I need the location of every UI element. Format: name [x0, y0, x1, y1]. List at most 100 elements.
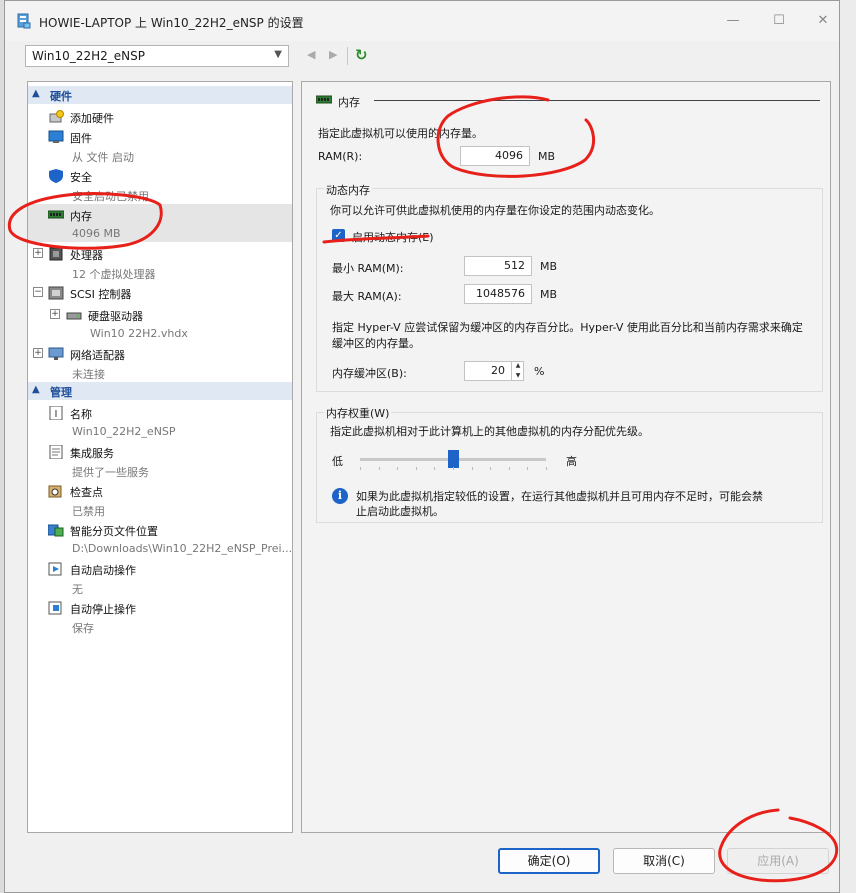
info-text-line2: 止启动此虚拟机。 [356, 505, 444, 518]
tree-item-label: 固件 [70, 132, 92, 145]
tree-item-hard-drive[interactable]: + 硬盘驱动器 Win10 22H2.vhdx [28, 304, 292, 342]
slider-tick [508, 467, 510, 470]
tree-item-label: 名称 [70, 408, 92, 421]
minimize-button[interactable]: — [723, 11, 743, 31]
ok-button[interactable]: 确定(O) [498, 848, 600, 874]
paging-file-icon [48, 524, 64, 537]
network-adapter-icon [48, 347, 64, 360]
tree-item-firmware[interactable]: 固件 从 文件 启动 [28, 126, 292, 164]
spin-up-icon[interactable]: ▲ [512, 361, 524, 371]
hardware-section-header[interactable]: ▲ 硬件 [28, 86, 292, 104]
min-ram-label: 最小 RAM(M): [332, 262, 404, 275]
processor-icon [49, 247, 63, 261]
tree-item-sub: 保存 [72, 622, 94, 635]
tree-item-name[interactable]: I 名称 Win10_22H2_eNSP [28, 402, 292, 440]
tree-item-label: 内存 [70, 210, 92, 223]
refresh-icon[interactable]: ↻ [355, 46, 368, 64]
buffer-description-line2: 缓冲区的内存量。 [332, 337, 420, 350]
tree-item-checkpoints[interactable]: 检查点 已禁用 [28, 480, 292, 518]
ram-unit: MB [538, 150, 556, 163]
background-window [840, 0, 856, 893]
tree-item-label: 硬盘驱动器 [88, 310, 143, 323]
tree-item-integration-services[interactable]: 集成服务 提供了一些服务 [28, 441, 292, 479]
tree-item-auto-stop[interactable]: 自动停止操作 保存 [28, 597, 292, 635]
tree-item-memory[interactable]: 内存 4096 MB [28, 204, 292, 242]
forward-arrow-icon[interactable]: ▶ [329, 48, 337, 61]
tree-item-label: 自动启动操作 [70, 564, 136, 577]
tree-item-sub: 12 个虚拟处理器 [72, 268, 156, 281]
chevron-down-icon: ▼ [274, 49, 282, 60]
collapse-icon: ▲ [32, 384, 40, 395]
memory-chip-icon [316, 95, 332, 104]
slider-tick [360, 467, 361, 470]
memory-weight-slider-thumb[interactable] [448, 450, 459, 468]
tree-item-sub: Win10 22H2.vhdx [90, 327, 188, 340]
toolbar: Win10_22H2_eNSP ▼ ◀ ▶ ↻ [25, 45, 829, 71]
tree-item-network-adapter[interactable]: + 网络适配器 未连接 [28, 343, 292, 381]
tree-item-label: 自动停止操作 [70, 603, 136, 616]
info-text-line1: 如果为此虚拟机指定较低的设置，在运行其他虚拟机并且可用内存不足时，可能会禁 [356, 490, 763, 503]
memory-description: 指定此虚拟机可以使用的内存量。 [318, 127, 483, 140]
enable-dynamic-memory-checkbox[interactable]: ✓ [332, 229, 345, 242]
expand-icon[interactable]: + [33, 348, 43, 358]
tree-item-sub: 无 [72, 583, 83, 596]
spin-down-icon[interactable]: ▼ [512, 371, 524, 381]
tree-item-label: SCSI 控制器 [70, 288, 132, 301]
min-ram-unit: MB [540, 260, 558, 273]
apply-button[interactable]: 应用(A) [727, 848, 829, 874]
slider-tick [527, 467, 529, 470]
settings-tree: ▲ 硬件 添加硬件 固件 从 文件 启动 安全 安全启动已禁用 内存 4096 … [27, 81, 293, 833]
weight-low-label: 低 [332, 455, 343, 468]
hard-drive-icon [66, 312, 82, 320]
tree-item-label: 网络适配器 [70, 349, 125, 362]
management-section-header[interactable]: ▲ 管理 [28, 382, 292, 400]
expand-icon[interactable]: + [33, 248, 43, 258]
min-ram-input[interactable]: 512 [464, 256, 532, 276]
cancel-button[interactable]: 取消(C) [613, 848, 715, 874]
scsi-controller-icon [48, 286, 64, 300]
slider-tick [434, 467, 436, 470]
slider-tick [453, 467, 454, 470]
tree-item-label: 智能分页文件位置 [70, 525, 158, 538]
tree-item-smart-paging[interactable]: 智能分页文件位置 D:\Downloads\Win10_22H2_eNSP_Pr… [28, 519, 292, 557]
collapse-icon: ▲ [32, 88, 40, 99]
maximize-button[interactable]: ☐ [769, 11, 789, 31]
management-header-label: 管理 [50, 386, 72, 399]
ram-input[interactable]: 4096 [460, 146, 530, 166]
close-button[interactable]: ✕ [813, 11, 833, 31]
tree-item-label: 集成服务 [70, 447, 114, 460]
tree-item-sub: D:\Downloads\Win10_22H2_eNSP_Prei... [72, 542, 293, 555]
tree-item-processor[interactable]: + 处理器 12 个虚拟处理器 [28, 243, 292, 281]
slider-tick [546, 467, 547, 470]
auto-start-icon [48, 562, 62, 576]
tree-item-security[interactable]: 安全 安全启动已禁用 [28, 165, 292, 203]
tree-item-label: 检查点 [70, 486, 103, 499]
toolbar-divider [347, 47, 348, 65]
hyperv-settings-icon [17, 13, 31, 29]
vm-select-value: Win10_22H2_eNSP [32, 49, 145, 63]
max-ram-label: 最大 RAM(A): [332, 290, 402, 303]
dynamic-memory-description: 你可以允许可供此虚拟机使用的内存量在你设定的范围内动态变化。 [330, 204, 660, 217]
max-ram-unit: MB [540, 288, 558, 301]
expand-icon[interactable]: + [50, 309, 60, 319]
vm-select[interactable]: Win10_22H2_eNSP ▼ [25, 45, 289, 67]
tree-item-sub: 提供了一些服务 [72, 466, 149, 479]
auto-stop-icon [48, 601, 62, 615]
buffer-spinner[interactable]: ▲ ▼ [511, 361, 524, 381]
tree-item-sub: 4096 MB [72, 227, 121, 240]
tree-item-sub: Win10_22H2_eNSP [72, 425, 176, 438]
slider-tick [378, 467, 380, 470]
memory-weight-description: 指定此虚拟机相对于此计算机上的其他虚拟机的内存分配优先级。 [330, 425, 649, 438]
enable-dynamic-memory-label[interactable]: 启用动态内存(E) [352, 229, 434, 245]
max-ram-input[interactable]: 1048576 [464, 284, 532, 304]
tree-item-auto-start[interactable]: 自动启动操作 无 [28, 558, 292, 596]
collapse-tree-icon[interactable]: − [33, 287, 43, 297]
slider-tick [415, 467, 417, 470]
tree-item-sub: 从 文件 启动 [72, 151, 134, 164]
back-arrow-icon[interactable]: ◀ [307, 48, 315, 61]
tree-item-label: 处理器 [70, 249, 103, 262]
section-title: 内存 [338, 96, 360, 109]
shield-icon [49, 169, 63, 183]
window-title: HOWIE-LAPTOP 上 Win10_22H2_eNSP 的设置 [39, 16, 304, 30]
tree-item-sub: 已禁用 [72, 505, 105, 518]
